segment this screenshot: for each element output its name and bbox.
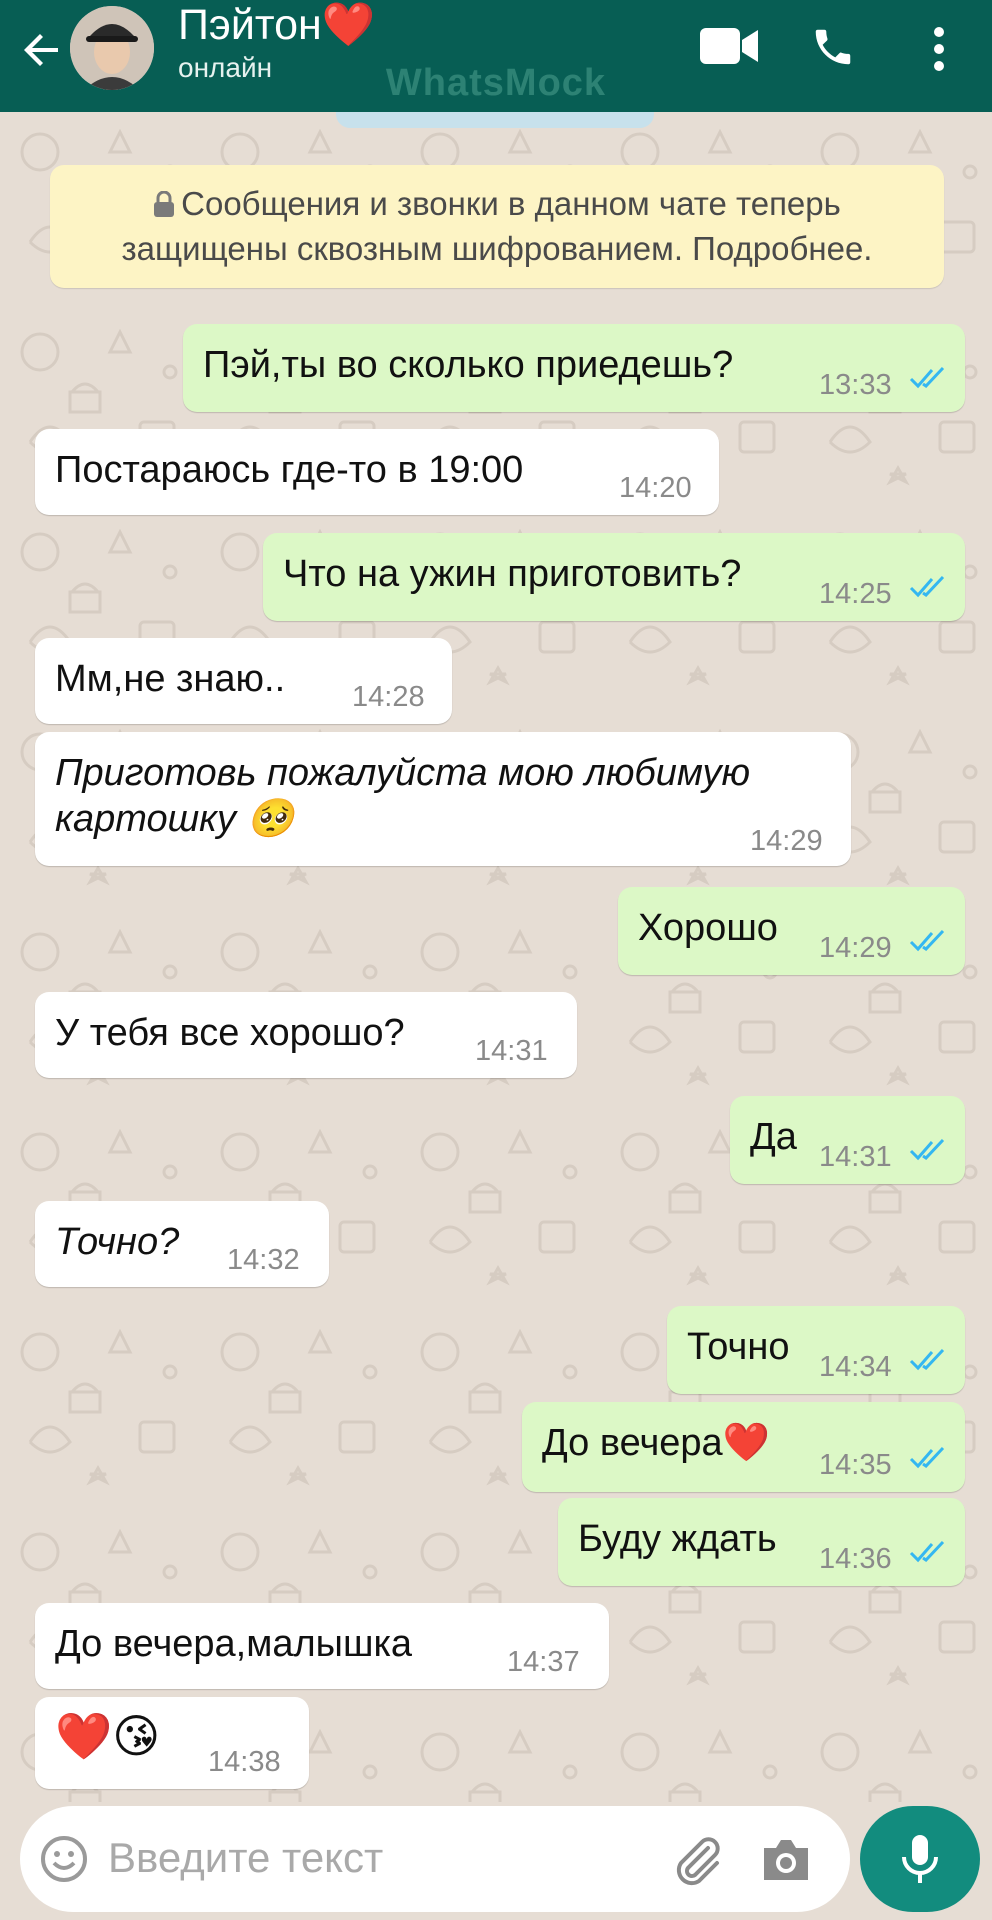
message-time: 14:31 bbox=[475, 1035, 548, 1067]
message-time: 14:34 bbox=[819, 1351, 892, 1383]
message-time: 14:35 bbox=[819, 1449, 892, 1481]
message-time: 14:32 bbox=[227, 1244, 300, 1276]
message-incoming[interactable]: Точно? 14:32 bbox=[35, 1201, 329, 1287]
message-time: 14:29 bbox=[819, 932, 892, 964]
message-text-line-2: картошку 🥺 bbox=[55, 798, 294, 840]
message-time: 14:37 bbox=[507, 1646, 580, 1678]
message-time: 14:31 bbox=[819, 1141, 892, 1173]
message-text: До вечера,малышка bbox=[55, 1623, 413, 1665]
message-text: Буду ждать bbox=[578, 1518, 777, 1560]
read-ticks-icon bbox=[909, 1540, 945, 1563]
message-text: У тебя все хорошо? bbox=[55, 1012, 405, 1054]
read-ticks-icon bbox=[909, 929, 945, 952]
message-outgoing[interactable]: До вечера❤️ 14:35 bbox=[522, 1402, 965, 1492]
message-text: Постараюсь где-то в 19:00 bbox=[55, 449, 524, 491]
message-text-line-1: Приготовь пожалуйста мою любимую bbox=[55, 752, 751, 794]
message-outgoing[interactable]: Что на ужин приготовить? 14:25 bbox=[263, 533, 965, 621]
watermark: WhatsMock bbox=[385, 62, 607, 104]
message-incoming[interactable]: До вечера,малышка 14:37 bbox=[35, 1603, 609, 1689]
message-time: 13:33 bbox=[819, 369, 892, 401]
message-input[interactable]: Введите текст bbox=[108, 1834, 383, 1882]
message-text: До вечера❤️ bbox=[542, 1422, 770, 1464]
lock-icon bbox=[154, 191, 175, 217]
emoji-icon[interactable] bbox=[40, 1835, 88, 1883]
message-time: 14:38 bbox=[208, 1746, 281, 1778]
message-incoming[interactable]: ❤️😘 14:38 bbox=[35, 1697, 309, 1789]
message-time: 14:29 bbox=[750, 825, 823, 857]
microphone-button[interactable] bbox=[860, 1806, 980, 1912]
message-outgoing[interactable]: Да 14:31 bbox=[730, 1096, 965, 1184]
message-time: 14:25 bbox=[819, 578, 892, 610]
read-ticks-icon bbox=[909, 366, 945, 389]
message-incoming[interactable]: У тебя все хорошо? 14:31 bbox=[35, 992, 577, 1078]
attach-clip-icon[interactable] bbox=[670, 1834, 724, 1888]
video-call-icon[interactable] bbox=[700, 28, 758, 64]
notice-line-2: защищены сквозным шифрованием. Подробнее… bbox=[121, 230, 873, 267]
read-ticks-icon bbox=[909, 1348, 945, 1371]
message-outgoing[interactable]: Буду ждать 14:36 bbox=[558, 1498, 965, 1586]
read-ticks-icon bbox=[909, 1446, 945, 1469]
message-incoming[interactable]: Приготовь пожалуйста мою любимую картошк… bbox=[35, 732, 851, 866]
message-text: Хорошо bbox=[638, 907, 778, 949]
message-outgoing[interactable]: Точно 14:34 bbox=[667, 1306, 965, 1394]
message-incoming[interactable]: Постараюсь где-то в 19:00 14:20 bbox=[35, 429, 719, 515]
message-time: 14:20 bbox=[619, 472, 692, 504]
message-incoming[interactable]: Мм,не знаю.. 14:28 bbox=[35, 638, 452, 724]
contact-name: Пэйтон❤️ bbox=[178, 1, 376, 49]
microphone-icon bbox=[902, 1835, 938, 1883]
message-outgoing[interactable]: Пэй,ты во сколько приедешь? 13:33 bbox=[183, 324, 965, 412]
message-text: Пэй,ты во сколько приедешь? bbox=[203, 344, 734, 386]
message-input-bar[interactable]: Введите текст bbox=[20, 1806, 850, 1912]
message-text: Да bbox=[750, 1116, 797, 1158]
message-outgoing[interactable]: Хорошо 14:29 bbox=[618, 887, 965, 975]
message-text: Что на ужин приготовить? bbox=[283, 553, 742, 595]
read-ticks-icon bbox=[909, 575, 945, 598]
message-text: Точно? bbox=[55, 1221, 180, 1263]
message-text: ❤️😘 bbox=[55, 1710, 161, 1762]
message-text: Точно bbox=[687, 1326, 790, 1368]
notice-line-1: Сообщения и звонки в данном чате теперь bbox=[181, 185, 841, 222]
message-time: 14:36 bbox=[819, 1543, 892, 1575]
message-text: Мм,не знаю.. bbox=[55, 658, 286, 700]
encryption-notice[interactable]: Сообщения и звонки в данном чате теперь … bbox=[50, 165, 944, 288]
read-ticks-icon bbox=[909, 1138, 945, 1161]
date-chip bbox=[336, 112, 654, 128]
message-time: 14:28 bbox=[352, 681, 425, 713]
camera-icon[interactable] bbox=[760, 1836, 812, 1884]
